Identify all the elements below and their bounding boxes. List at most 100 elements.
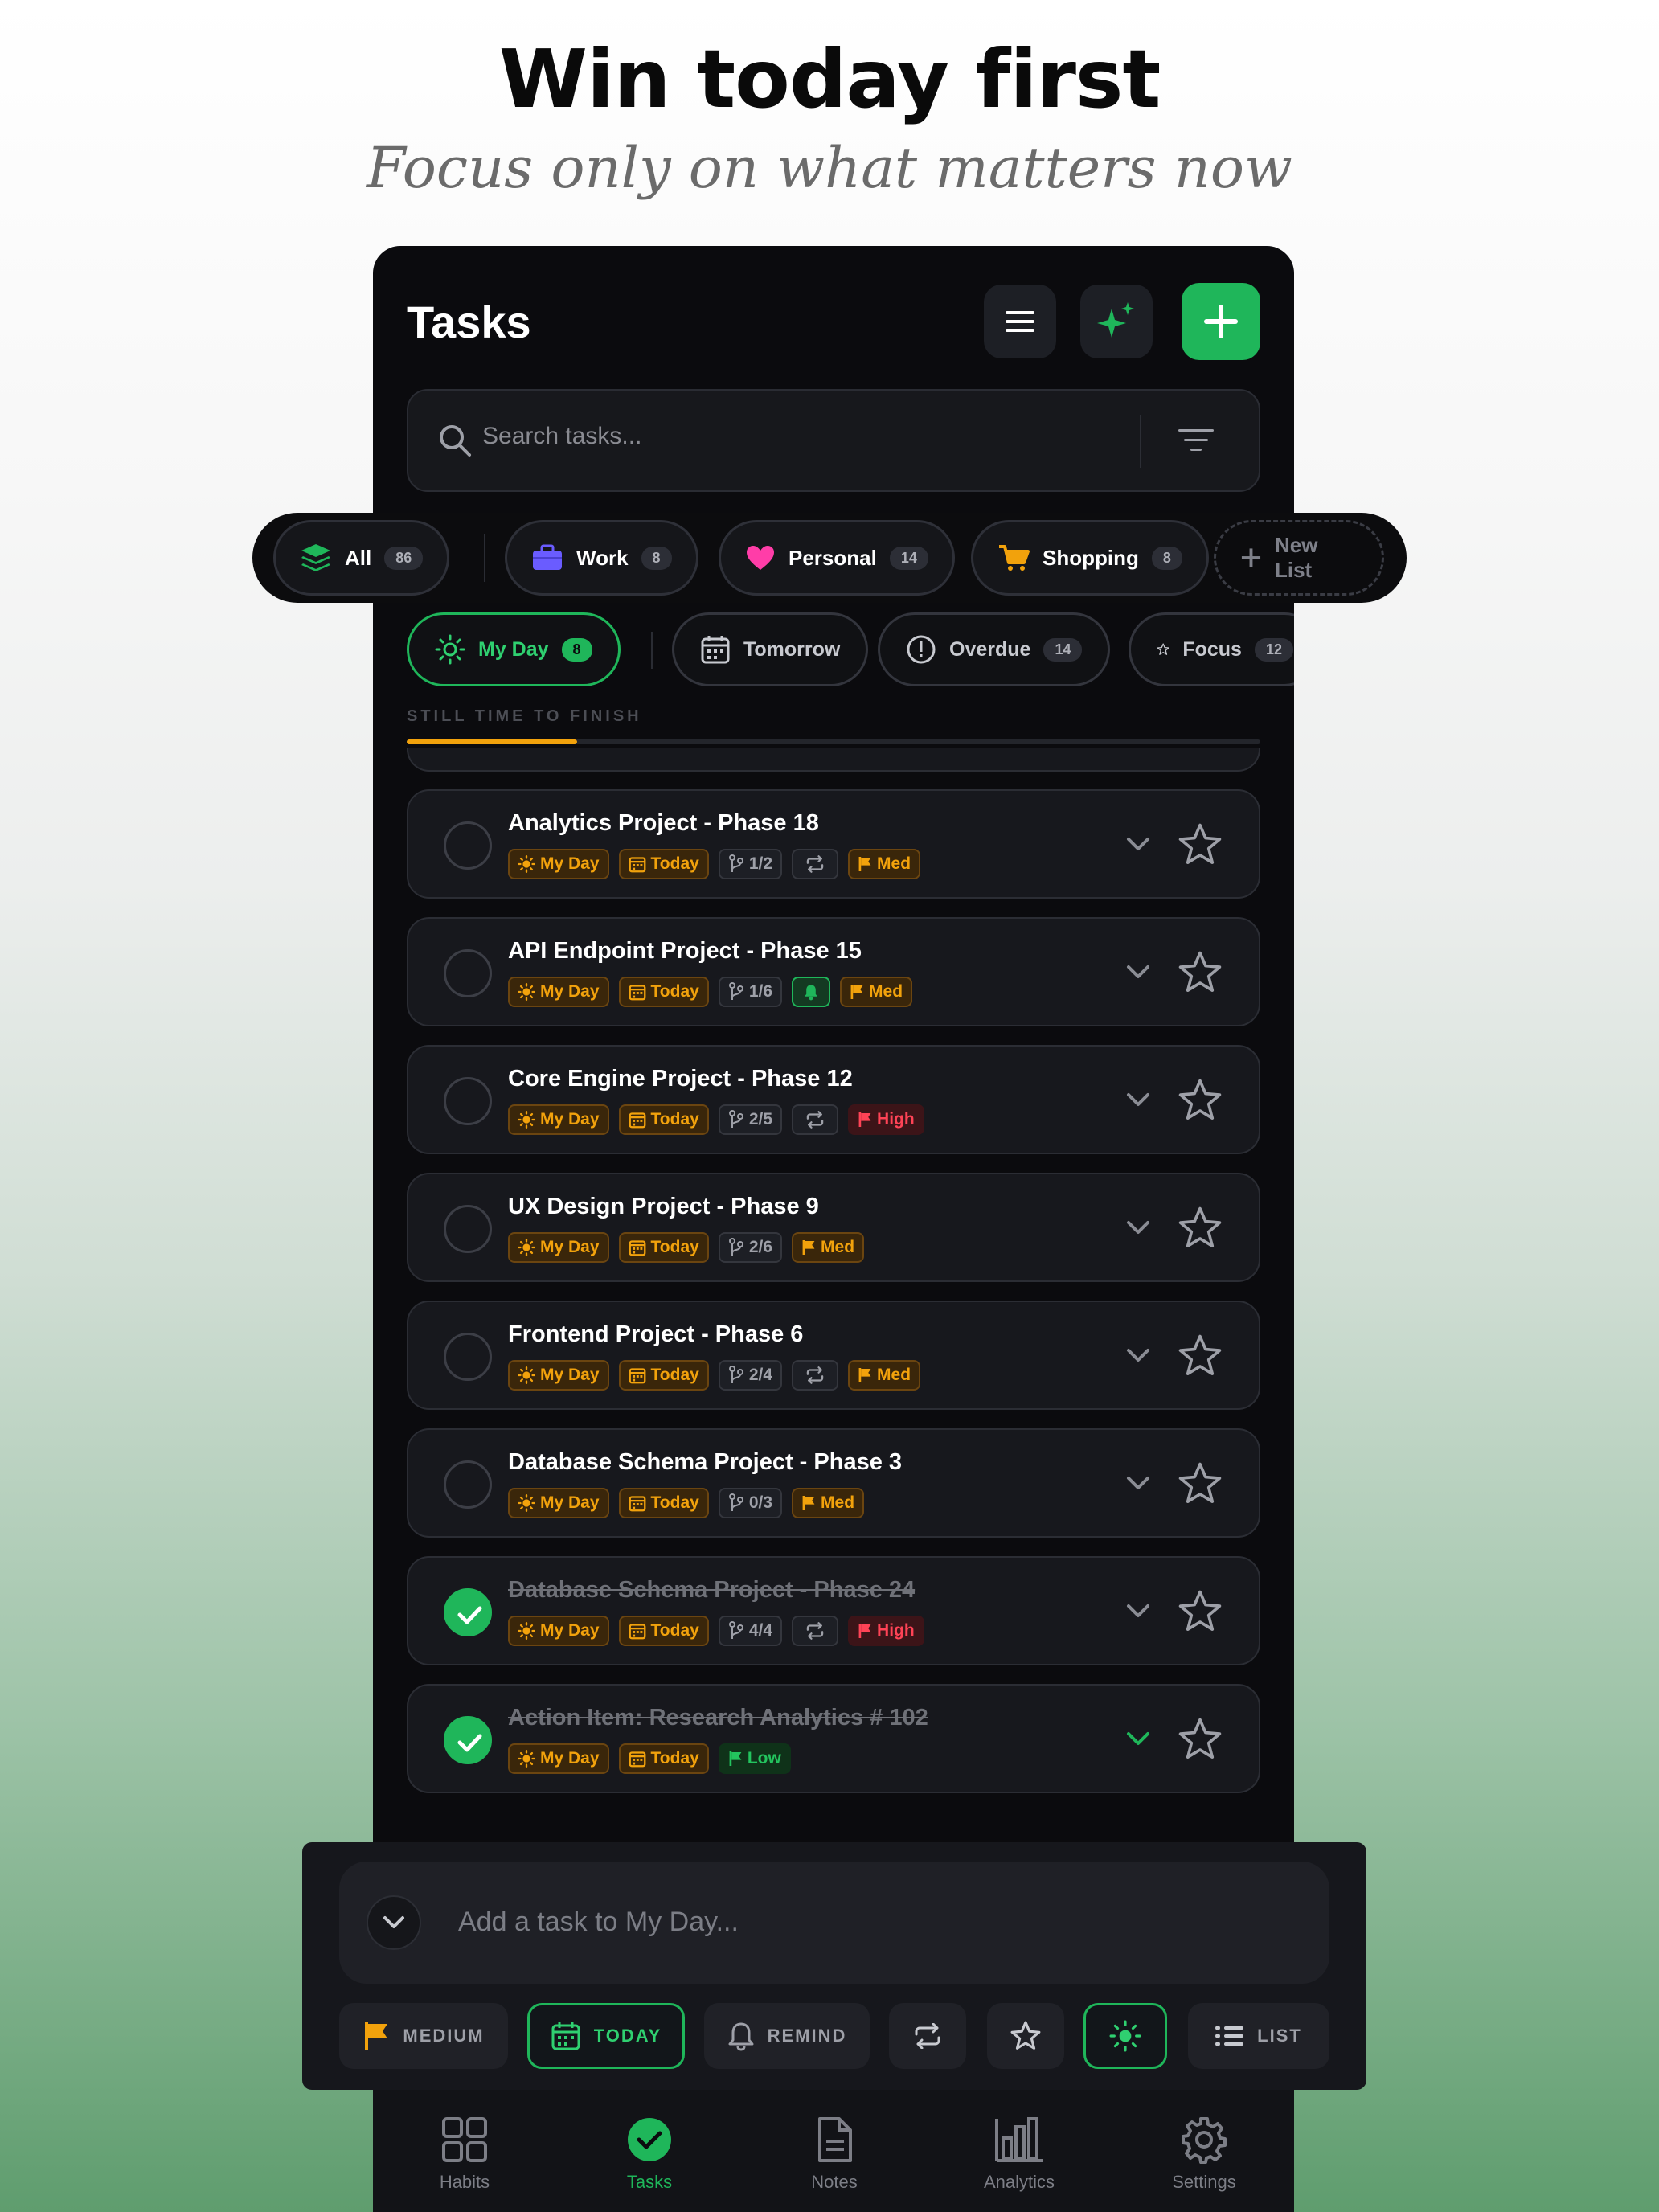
filter-tomorrow[interactable]: Tomorrow (672, 612, 869, 686)
due-tag: Today (618, 1743, 709, 1774)
priority-tag: Med (848, 1360, 921, 1391)
filter-icon[interactable] (1177, 428, 1215, 453)
expand-chevron-icon[interactable] (1122, 1083, 1154, 1116)
menu-button[interactable] (984, 285, 1056, 358)
star-icon[interactable] (1177, 1716, 1223, 1763)
task-card[interactable]: Database Schema Project - Phase 3 My Day T… (407, 1428, 1260, 1538)
my-day-toggle[interactable] (1083, 2003, 1167, 2069)
expand-chevron-icon[interactable] (1122, 1722, 1154, 1755)
list-chip-all[interactable]: All 86 (273, 520, 450, 596)
nav-notes[interactable]: Notes (770, 2116, 899, 2193)
star-icon[interactable] (1177, 1460, 1223, 1507)
nav-habits[interactable]: Habits (400, 2116, 529, 2193)
new-list-button[interactable]: New List (1214, 520, 1384, 596)
star-icon[interactable] (1177, 1205, 1223, 1251)
repeat-icon (915, 2023, 940, 2049)
tag-label: 0/3 (748, 1493, 773, 1512)
nav-analytics[interactable]: Analytics (955, 2116, 1083, 2193)
sun-icon (518, 855, 535, 873)
task-card[interactable]: Frontend Project - Phase 6 My Day Today 2/4… (407, 1301, 1260, 1410)
task-checkbox[interactable] (444, 1205, 492, 1253)
list-chip-count: 8 (641, 546, 672, 570)
expand-chevron-icon[interactable] (1122, 828, 1154, 860)
list-chip-work[interactable]: Work 8 (505, 520, 698, 596)
add-task-field[interactable]: Add a task to My Day... (339, 1862, 1329, 1984)
tag-label: My Day (540, 1366, 600, 1384)
calendar-icon (629, 1751, 645, 1768)
expand-chevron-icon[interactable] (1122, 1467, 1154, 1499)
sun-icon (518, 1750, 535, 1768)
briefcase-icon (533, 544, 562, 570)
tag-label: My Day (540, 982, 600, 1001)
task-card[interactable]: Analytics Project - Phase 18 My Day Today 1… (407, 789, 1260, 899)
nav-settings[interactable]: Settings (1140, 2116, 1268, 2193)
ai-assist-button[interactable] (1080, 285, 1153, 358)
search-bar[interactable]: Search tasks... (407, 389, 1260, 492)
task-checkbox[interactable] (444, 821, 492, 870)
filter-count: 8 (561, 637, 592, 662)
priority-button[interactable]: MEDIUM (339, 2003, 508, 2069)
filter-focus[interactable]: Focus 12 (1129, 612, 1294, 686)
star-icon[interactable] (1177, 1077, 1223, 1124)
subtask-icon (728, 982, 743, 1000)
task-card[interactable]: UX Design Project - Phase 9 My Day Today 2/… (407, 1173, 1260, 1282)
tag-label: Today (650, 1493, 699, 1512)
repeat-tag (792, 1360, 839, 1391)
tag-label: 2/6 (748, 1238, 773, 1256)
expand-chevron-icon[interactable] (1122, 956, 1154, 988)
collapse-composer-button[interactable] (367, 1895, 421, 1950)
repeat-button[interactable] (889, 2003, 966, 2069)
filter-overdue[interactable]: Overdue 14 (878, 612, 1111, 686)
tag-label: High (877, 1110, 915, 1129)
priority-tag: Med (792, 1488, 865, 1518)
task-tags: My Day Today 1/6 Med (508, 977, 913, 1007)
filter-label: Focus (1182, 637, 1242, 661)
star-icon[interactable] (1177, 949, 1223, 996)
list-chip-shopping[interactable]: Shopping 8 (971, 520, 1209, 596)
list-select-button[interactable]: LIST (1188, 2003, 1329, 2069)
search-input[interactable]: Search tasks... (482, 423, 641, 450)
star-button[interactable] (987, 2003, 1064, 2069)
expand-chevron-icon[interactable] (1122, 1595, 1154, 1627)
task-title: API Endpoint Project - Phase 15 (508, 938, 862, 964)
task-checkbox[interactable] (444, 949, 492, 997)
my-day-tag: My Day (508, 1743, 609, 1774)
add-task-button[interactable] (1182, 283, 1260, 360)
nav-tasks[interactable]: Tasks (585, 2116, 714, 2193)
priority-tag: High (848, 1104, 924, 1135)
task-card[interactable]: Database Schema Project - Phase 24 My Day… (407, 1556, 1260, 1665)
calendar-icon (629, 1496, 645, 1512)
check-icon (457, 1734, 482, 1752)
due-date-button[interactable]: TODAY (527, 2003, 685, 2069)
task-card[interactable]: Core Engine Project - Phase 12 My Day Toda… (407, 1045, 1260, 1154)
filter-my-day[interactable]: My Day 8 (407, 612, 621, 686)
sparkles-icon (1097, 302, 1134, 338)
task-checkbox[interactable] (444, 1460, 492, 1509)
add-task-input[interactable]: Add a task to My Day... (458, 1907, 739, 1938)
star-icon[interactable] (1177, 1333, 1223, 1379)
chip-divider (484, 534, 485, 582)
task-card[interactable]: Action Item: Research Analytics # 102 My … (407, 1684, 1260, 1793)
bar-chart-icon (995, 2117, 1043, 2162)
tag-label: Today (650, 982, 699, 1001)
filter-label: Overdue (949, 637, 1031, 661)
promo-headline: Win today first (498, 32, 1161, 126)
list-select-label: LIST (1257, 2026, 1302, 2046)
task-checkbox[interactable] (444, 1333, 492, 1381)
task-title: UX Design Project - Phase 9 (508, 1194, 819, 1219)
task-checkbox[interactable] (444, 1077, 492, 1125)
remind-button[interactable]: REMIND (704, 2003, 870, 2069)
task-card[interactable]: API Endpoint Project - Phase 15 My Day Tod… (407, 917, 1260, 1026)
task-checkbox[interactable] (444, 1716, 492, 1764)
plus-icon (1241, 548, 1261, 567)
star-icon[interactable] (1177, 821, 1223, 868)
list-chip-personal[interactable]: Personal 14 (719, 520, 955, 596)
expand-chevron-icon[interactable] (1122, 1211, 1154, 1243)
star-icon[interactable] (1177, 1588, 1223, 1635)
tag-label: My Day (540, 1749, 600, 1768)
my-day-tag: My Day (508, 1232, 609, 1263)
subtask-icon (728, 1366, 743, 1383)
expand-chevron-icon[interactable] (1122, 1339, 1154, 1371)
remind-label: REMIND (767, 2026, 847, 2046)
task-checkbox[interactable] (444, 1588, 492, 1636)
